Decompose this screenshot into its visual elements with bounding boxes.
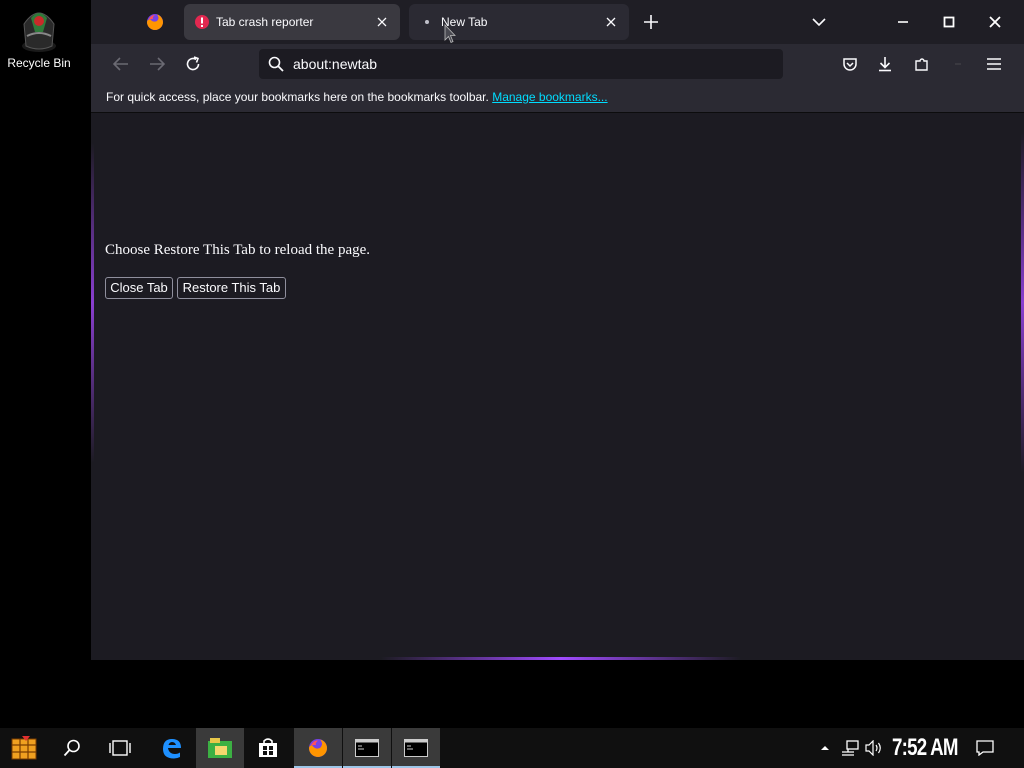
- extensions-button[interactable]: [910, 52, 934, 76]
- file-explorer-icon: [208, 738, 232, 758]
- edge-icon: [163, 739, 181, 759]
- desktop-icon-label: Recycle Bin: [7, 56, 71, 70]
- network-tray-icon[interactable]: [838, 728, 862, 768]
- browser-window: Tab crash reporter New Tab about:newtab …: [91, 0, 1024, 660]
- command-prompt-icon: [404, 739, 428, 757]
- bottom-glow-border: [381, 657, 741, 660]
- new-tab-button[interactable]: [639, 10, 663, 34]
- maximize-icon: [943, 16, 955, 28]
- maximize-button[interactable]: [926, 0, 972, 44]
- crash-message: Choose Restore This Tab to reload the pa…: [105, 242, 371, 258]
- start-button[interactable]: [0, 728, 48, 768]
- pocket-icon: [843, 58, 857, 71]
- volume-tray-icon[interactable]: [862, 728, 886, 768]
- taskbar-file-explorer[interactable]: [196, 728, 244, 768]
- back-arrow-icon: [113, 57, 128, 71]
- taskbar-clock[interactable]: 7:52 AM: [892, 734, 958, 762]
- taskbar-store[interactable]: [244, 728, 292, 768]
- url-text: about:newtab: [293, 56, 378, 72]
- manage-bookmarks-link[interactable]: Manage bookmarks...: [492, 90, 607, 104]
- action-center-button[interactable]: [972, 728, 998, 768]
- warning-icon: [194, 14, 210, 30]
- firefox-icon: [147, 14, 163, 30]
- minimize-icon: [898, 21, 908, 23]
- loading-dot-icon: [419, 14, 435, 30]
- close-tab-icon[interactable]: [599, 10, 623, 34]
- search-button[interactable]: [48, 728, 96, 768]
- navigation-toolbar: about:newtab: [91, 44, 1024, 84]
- taskbar-command-prompt[interactable]: [392, 728, 440, 768]
- restore-tab-button[interactable]: Restore This Tab: [177, 277, 286, 299]
- chevron-up-icon: [821, 746, 829, 750]
- reload-icon: [186, 56, 200, 71]
- task-view-button[interactable]: [96, 728, 144, 768]
- bookmarks-empty-message: For quick access, place your bookmarks h…: [106, 90, 608, 104]
- download-icon: [879, 57, 891, 72]
- page-content: Choose Restore This Tab to reload the pa…: [91, 113, 1024, 660]
- back-button[interactable]: [109, 52, 133, 76]
- close-icon: [989, 16, 1001, 28]
- left-glow-border: [91, 143, 94, 463]
- desktop-icon-recycle-bin[interactable]: Recycle Bin: [0, 6, 78, 70]
- firefox-view-button[interactable]: [143, 10, 167, 34]
- menu-button[interactable]: [982, 52, 1006, 76]
- tab-crash-reporter[interactable]: Tab crash reporter: [184, 4, 400, 40]
- store-icon: [259, 738, 277, 757]
- forward-button[interactable]: [145, 52, 169, 76]
- taskbar-firefox[interactable]: [294, 728, 342, 768]
- tab-title: Tab crash reporter: [216, 15, 314, 29]
- search-icon: [63, 739, 80, 757]
- command-prompt-icon: [355, 739, 379, 757]
- reload-button[interactable]: [181, 52, 205, 76]
- tab-new-tab[interactable]: New Tab: [409, 4, 629, 40]
- puzzle-icon: [915, 58, 928, 71]
- show-hidden-icons-button[interactable]: [816, 728, 834, 768]
- downloads-button[interactable]: [873, 52, 897, 76]
- minimize-button[interactable]: [880, 0, 926, 44]
- tab-bar: Tab crash reporter New Tab: [91, 0, 1024, 44]
- forward-arrow-icon: [150, 57, 165, 71]
- tab-title: New Tab: [441, 15, 488, 29]
- close-window-button[interactable]: [972, 0, 1018, 44]
- mouse-cursor-icon: [444, 24, 456, 44]
- list-all-tabs-button[interactable]: [807, 10, 831, 34]
- recycle-bin-icon: [22, 12, 56, 52]
- taskbar: 7:52 AM: [0, 728, 1024, 768]
- bookmarks-message-text: For quick access, place your bookmarks h…: [106, 90, 489, 104]
- start-icon: [11, 736, 37, 760]
- close-tab-button[interactable]: Close Tab: [105, 277, 173, 299]
- taskbar-edge[interactable]: [148, 728, 196, 768]
- taskbar-command-prompt[interactable]: [343, 728, 391, 768]
- pocket-button[interactable]: [838, 52, 862, 76]
- account-button[interactable]: [946, 52, 970, 76]
- url-bar[interactable]: about:newtab: [259, 49, 783, 79]
- hamburger-menu-icon: [987, 58, 1001, 70]
- chevron-down-icon: [812, 18, 826, 26]
- bookmarks-toolbar: For quick access, place your bookmarks h…: [91, 84, 1024, 113]
- network-icon: [842, 740, 859, 756]
- notification-icon: [976, 740, 994, 756]
- firefox-icon: [309, 739, 327, 757]
- plus-icon: [644, 15, 658, 29]
- account-icon: [955, 63, 961, 65]
- task-view-icon: [109, 740, 131, 756]
- close-tab-icon[interactable]: [370, 10, 394, 34]
- search-icon: [267, 55, 285, 73]
- volume-icon: [865, 740, 881, 756]
